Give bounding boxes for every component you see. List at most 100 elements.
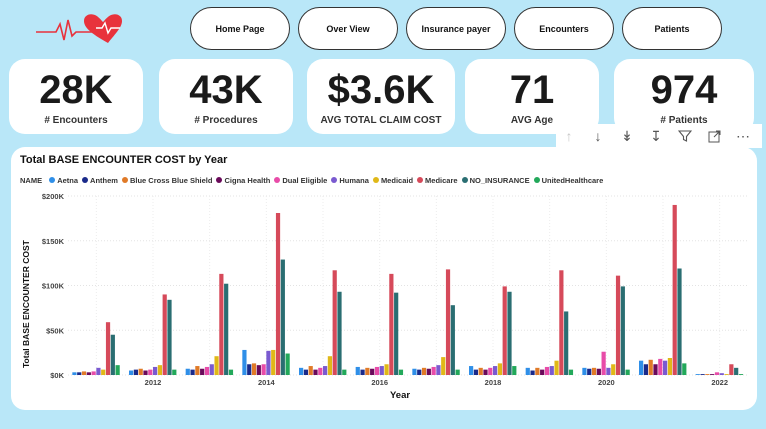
bar-medicaid-2020[interactable]: [611, 364, 616, 375]
bar-medicare-2018[interactable]: [502, 286, 507, 375]
bar-aetna-2022[interactable]: [695, 374, 700, 375]
bar-blue-cross-blue-shield-2018[interactable]: [478, 367, 483, 375]
bar-no-insurance-2022[interactable]: [734, 367, 739, 375]
bar-unitedhealthcare-2011[interactable]: [115, 365, 120, 375]
bar-dual-eligible-2016[interactable]: [374, 366, 380, 375]
bar-medicare-2011[interactable]: [105, 322, 111, 375]
bar-humana-2012[interactable]: [153, 366, 158, 375]
bar-dual-eligible-2019[interactable]: [544, 366, 550, 375]
bar-blue-cross-blue-shield-2017[interactable]: [421, 367, 427, 375]
bar-humana-2014[interactable]: [266, 350, 271, 375]
bar-anthem-2014[interactable]: [247, 364, 252, 375]
bar-anthem-2020[interactable]: [587, 368, 592, 375]
bar-blue-cross-blue-shield-2020[interactable]: [591, 367, 597, 375]
bar-cigna-health-2022[interactable]: [710, 374, 715, 375]
bar-cigna-health-2019[interactable]: [540, 369, 545, 375]
bar-no-insurance-2017[interactable]: [450, 305, 455, 375]
bar-blue-cross-blue-shield-2022[interactable]: [705, 374, 710, 375]
bar-no-insurance-2018[interactable]: [507, 291, 512, 375]
bar-cigna-health-2013[interactable]: [200, 368, 205, 375]
bar-humana-2013[interactable]: [209, 364, 214, 375]
bar-anthem-2018[interactable]: [473, 369, 478, 375]
bar-dual-eligible-2011[interactable]: [91, 371, 96, 375]
bar-medicare-2017[interactable]: [445, 269, 451, 375]
bar-no-insurance-2012[interactable]: [167, 299, 172, 375]
bar-no-insurance-2019[interactable]: [564, 311, 569, 375]
bar-medicare-2019[interactable]: [559, 270, 564, 375]
bar-aetna-2013[interactable]: [185, 368, 190, 375]
bar-no-insurance-2021[interactable]: [677, 268, 682, 376]
bar-humana-2017[interactable]: [436, 365, 441, 375]
bar-medicaid-2012[interactable]: [157, 365, 162, 375]
bar-anthem-2011[interactable]: [77, 372, 82, 375]
bar-cigna-health-2018[interactable]: [483, 369, 488, 375]
bar-aetna-2012[interactable]: [129, 370, 134, 375]
bar-humana-2015[interactable]: [323, 366, 328, 375]
bar-medicare-2014[interactable]: [275, 213, 281, 375]
bar-cigna-health-2016[interactable]: [370, 368, 375, 375]
bar-dual-eligible-2017[interactable]: [431, 366, 436, 375]
bar-unitedhealthcare-2020[interactable]: [625, 369, 630, 375]
bar-unitedhealthcare-2016[interactable]: [398, 369, 404, 375]
bar-medicaid-2015[interactable]: [327, 356, 332, 375]
bar-medicare-2022[interactable]: [729, 364, 734, 375]
bar-medicaid-2021[interactable]: [667, 358, 672, 375]
bar-blue-cross-blue-shield-2012[interactable]: [138, 368, 143, 375]
bar-blue-cross-blue-shield-2011[interactable]: [81, 371, 87, 375]
bar-medicaid-2017[interactable]: [441, 357, 446, 375]
bar-no-insurance-2015[interactable]: [337, 291, 342, 375]
bar-no-insurance-2014[interactable]: [280, 259, 285, 375]
bar-medicaid-2018[interactable]: [497, 363, 502, 375]
bar-unitedhealthcare-2013[interactable]: [228, 369, 234, 375]
bar-aetna-2011[interactable]: [72, 372, 77, 375]
bar-no-insurance-2011[interactable]: [110, 334, 115, 375]
bar-anthem-2013[interactable]: [190, 369, 195, 375]
bar-dual-eligible-2020[interactable]: [601, 351, 606, 375]
bar-dual-eligible-2018[interactable]: [488, 367, 493, 375]
bar-medicaid-2022[interactable]: [724, 374, 729, 375]
bar-aetna-2014[interactable]: [242, 349, 247, 375]
bar-medicaid-2016[interactable]: [384, 364, 389, 375]
bar-dual-eligible-2021[interactable]: [658, 358, 663, 375]
bar-unitedhealthcare-2014[interactable]: [285, 353, 290, 375]
bar-dual-eligible-2012[interactable]: [148, 369, 153, 375]
bar-humana-2022[interactable]: [719, 373, 724, 375]
bar-humana-2021[interactable]: [663, 360, 668, 375]
bar-anthem-2017[interactable]: [417, 369, 422, 375]
bar-medicaid-2013[interactable]: [214, 356, 219, 375]
bar-medicare-2015[interactable]: [332, 270, 337, 375]
bar-no-insurance-2013[interactable]: [224, 283, 229, 375]
bar-cigna-health-2012[interactable]: [143, 370, 148, 375]
bar-no-insurance-2016[interactable]: [394, 292, 399, 375]
bar-cigna-health-2011[interactable]: [86, 372, 91, 375]
bar-aetna-2021[interactable]: [639, 360, 644, 375]
bar-blue-cross-blue-shield-2019[interactable]: [535, 367, 540, 375]
bar-dual-eligible-2013[interactable]: [204, 366, 210, 375]
bar-medicare-2020[interactable]: [615, 275, 621, 375]
bar-unitedhealthcare-2018[interactable]: [512, 366, 517, 375]
bar-medicaid-2019[interactable]: [554, 360, 559, 375]
bar-anthem-2019[interactable]: [530, 370, 535, 375]
bar-cigna-health-2020[interactable]: [596, 368, 601, 375]
bar-aetna-2017[interactable]: [412, 368, 417, 375]
bar-cigna-health-2015[interactable]: [313, 369, 318, 375]
bar-cigna-health-2014[interactable]: [256, 365, 261, 375]
bar-unitedhealthcare-2017[interactable]: [455, 369, 460, 375]
bar-medicare-2021[interactable]: [672, 204, 677, 375]
bar-anthem-2015[interactable]: [303, 369, 308, 375]
bar-unitedhealthcare-2021[interactable]: [682, 363, 687, 375]
bar-aetna-2018[interactable]: [469, 366, 474, 375]
bar-humana-2016[interactable]: [379, 366, 384, 375]
bar-medicare-2016[interactable]: [389, 273, 394, 375]
bar-blue-cross-blue-shield-2016[interactable]: [365, 367, 370, 375]
bar-humana-2018[interactable]: [493, 366, 498, 375]
bar-medicare-2013[interactable]: [219, 273, 224, 375]
bar-anthem-2012[interactable]: [133, 369, 138, 375]
bar-no-insurance-2020[interactable]: [620, 286, 625, 375]
bar-humana-2019[interactable]: [549, 366, 554, 375]
bar-anthem-2016[interactable]: [360, 369, 365, 375]
bar-dual-eligible-2015[interactable]: [318, 367, 323, 375]
bar-medicare-2012[interactable]: [162, 294, 167, 375]
bar-blue-cross-blue-shield-2015[interactable]: [308, 366, 313, 375]
bar-anthem-2022[interactable]: [700, 374, 705, 375]
